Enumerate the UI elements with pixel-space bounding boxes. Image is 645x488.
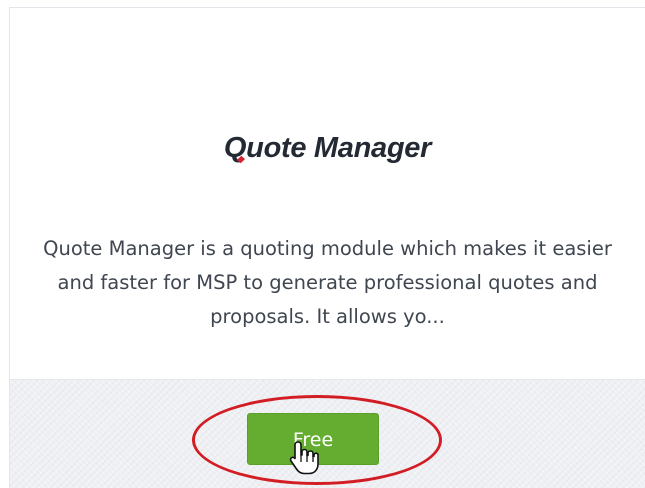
logo-first-letter: Q: [223, 132, 247, 164]
app-description: Quote Manager is a quoting module which …: [43, 237, 612, 328]
card-footer: Free: [10, 379, 645, 488]
logo-rest: uote Manager: [246, 132, 432, 164]
app-card: Quote Manager Quote Manager is a quoting…: [9, 7, 645, 488]
hand-pointer-icon: [289, 441, 319, 475]
card-body: Quote Manager Quote Manager is a quoting…: [10, 8, 645, 379]
app-logo-title: Quote Manager: [10, 132, 645, 165]
